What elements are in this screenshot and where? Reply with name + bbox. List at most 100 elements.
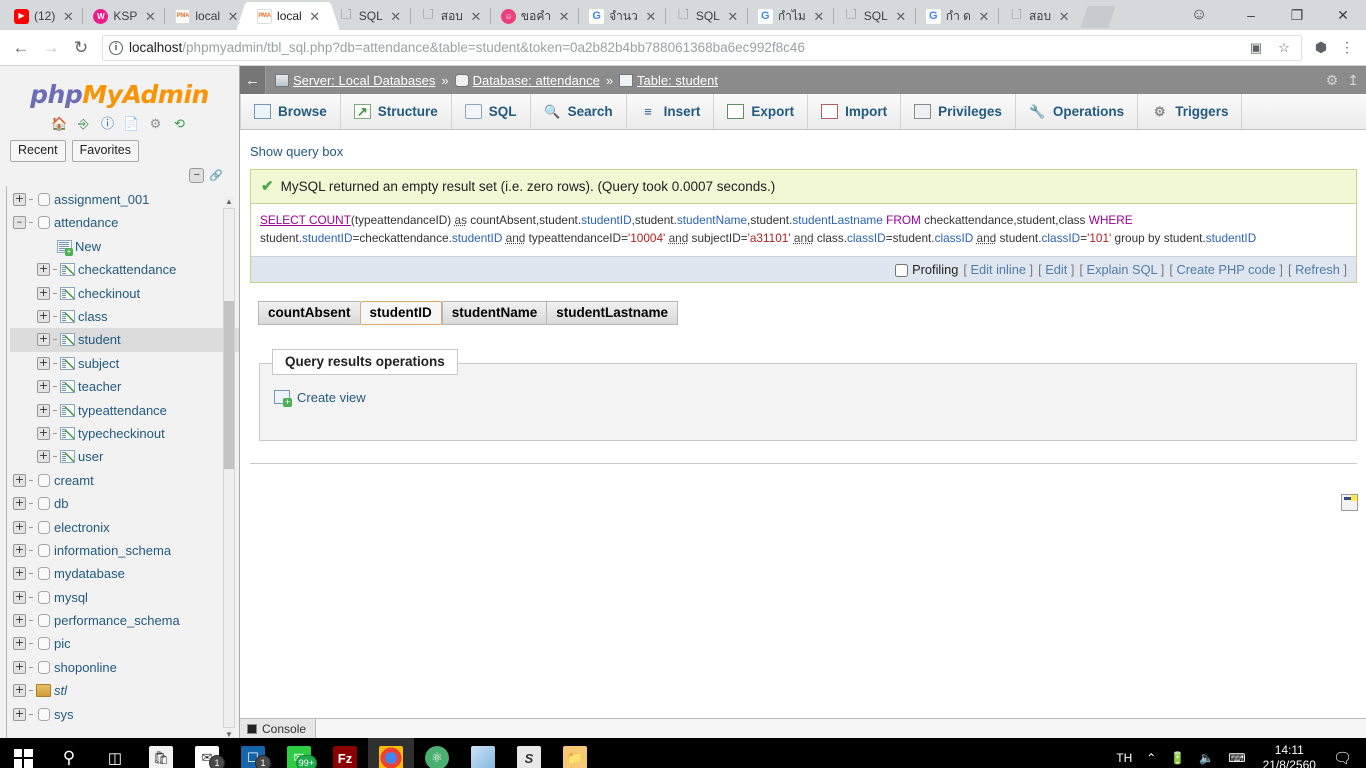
tab-operations[interactable]: 🔧 Operations — [1016, 94, 1139, 129]
sublime-button[interactable]: S — [506, 738, 552, 768]
tab-close-icon[interactable]: ✕ — [307, 8, 323, 24]
tab-close-icon[interactable]: ✕ — [142, 8, 158, 24]
tree-node-new[interactable]: New — [10, 235, 239, 258]
tab-close-icon[interactable]: ✕ — [725, 8, 741, 24]
tree-expander[interactable]: + — [37, 286, 50, 300]
tree-node-subject[interactable]: + subject — [10, 352, 239, 375]
tree-node-creamt[interactable]: + creamt — [10, 469, 239, 492]
browser-tab[interactable]: SQL ✕ — [665, 2, 747, 30]
bookmark-star-icon[interactable]: ☆ — [1273, 37, 1295, 59]
reload-icon[interactable]: ⟲ — [171, 115, 188, 132]
tree-node-attendance[interactable]: – attendance — [10, 211, 239, 234]
tab-close-icon[interactable]: ✕ — [388, 8, 404, 24]
result-column-header[interactable]: countAbsent — [258, 300, 360, 325]
result-column-header[interactable]: studentID — [359, 300, 442, 325]
address-bar[interactable]: i localhost/phpmyadmin/tbl_sql.php?db=at… — [102, 34, 1302, 61]
tree-expander[interactable]: + — [13, 684, 26, 698]
show-query-box-link[interactable]: Show query box — [250, 144, 343, 159]
tree-expander[interactable]: + — [13, 660, 26, 674]
tree-expander[interactable]: + — [13, 193, 26, 207]
notification-icon[interactable]: 🗨 — [1326, 738, 1366, 768]
browser-tab[interactable]: SQL ✕ — [833, 2, 915, 30]
keyboard-icon[interactable]: ⌨ — [1221, 738, 1252, 768]
settings-icon[interactable]: ⚙ — [147, 115, 164, 132]
profile-icon[interactable]: ☺ — [1176, 0, 1222, 30]
maximize-button[interactable]: ❐ — [1274, 0, 1320, 30]
store-button[interactable]: 🛍 — [138, 738, 184, 768]
extension-icon[interactable]: ⬢ — [1308, 35, 1334, 61]
tree-expander[interactable]: + — [13, 543, 26, 557]
tree-node-db[interactable]: + db — [10, 492, 239, 515]
browser-tab[interactable]: SQL ✕ — [328, 2, 410, 30]
tree-node-assignment-001[interactable]: + assignment_001 — [10, 188, 239, 211]
tree-expander[interactable]: + — [37, 333, 50, 347]
tree-expander[interactable]: + — [13, 707, 26, 721]
browser-tab[interactable]: ขอคำ ✕ — [490, 2, 579, 30]
tree-scroll-thumb[interactable] — [224, 300, 234, 469]
tab-sql[interactable]: SQL — [452, 94, 531, 129]
tab-export[interactable]: Export — [714, 94, 809, 129]
chrome-button[interactable] — [368, 738, 414, 768]
browser-tab[interactable]: กำไม ✕ — [747, 2, 833, 30]
reload-button[interactable]: ↻ — [66, 33, 96, 63]
tab-browse[interactable]: Browse — [240, 94, 341, 129]
collapse-panel-icon[interactable]: ↥ — [1347, 72, 1359, 89]
instagram-button[interactable]: ☐ 1 — [230, 738, 276, 768]
browser-tab[interactable]: local✕ — [247, 2, 329, 30]
profiling-toggle[interactable]: Profiling — [895, 262, 958, 277]
tree-scroll-up-icon[interactable]: ▲ — [224, 195, 234, 208]
tree-expander[interactable]: + — [13, 614, 26, 628]
browser-tab[interactable]: กำ ด ✕ — [915, 2, 998, 30]
tree-node-information-schema[interactable]: + information_schema — [10, 539, 239, 562]
create-view-link[interactable]: Create view — [297, 390, 366, 405]
browser-tab[interactable]: local✕ — [165, 2, 248, 30]
tab-privileges[interactable]: Privileges — [901, 94, 1016, 129]
battery-icon[interactable]: 🔋 — [1163, 738, 1192, 768]
close-button[interactable]: ✕ — [1320, 0, 1366, 30]
tab-search[interactable]: 🔍 Search — [531, 94, 627, 129]
tree-node-electronix[interactable]: + electronix — [10, 515, 239, 538]
tree-expander[interactable]: + — [37, 450, 50, 464]
tree-node-checkinout[interactable]: + checkinout — [10, 281, 239, 304]
action-refresh[interactable]: Refresh — [1295, 262, 1340, 277]
help-icon[interactable]: ⓘ — [99, 115, 116, 132]
breadcrumb-back-icon[interactable]: ← — [240, 66, 266, 94]
breadcrumb-table[interactable]: Table: student — [637, 73, 718, 88]
create-view-row[interactable]: Create view — [274, 390, 1342, 408]
docs-icon[interactable]: 📄 — [123, 115, 140, 132]
tab-close-icon[interactable]: ✕ — [1056, 8, 1072, 24]
tree-expander[interactable]: + — [13, 637, 26, 651]
line-button[interactable]: ✉ 99+ — [276, 738, 322, 768]
start-button[interactable] — [0, 738, 46, 768]
logout-icon[interactable]: ⎆ — [75, 115, 92, 132]
tab-close-icon[interactable]: ✕ — [556, 8, 572, 24]
tab-close-icon[interactable]: ✕ — [60, 8, 76, 24]
forward-button[interactable]: → — [36, 33, 66, 63]
atom-button[interactable]: ⚛ — [414, 738, 460, 768]
sql-query-display[interactable]: SELECT COUNT(typeattendanceID) as countA… — [251, 203, 1356, 256]
tree-expander[interactable]: + — [13, 567, 26, 581]
tree-expander[interactable]: + — [37, 356, 50, 370]
tree-node-mydatabase[interactable]: + mydatabase — [10, 562, 239, 585]
site-info-icon[interactable]: i — [109, 40, 123, 55]
tree-node-performance-schema[interactable]: + performance_schema — [10, 609, 239, 632]
browser-tab[interactable]: KSP ✕ — [83, 2, 165, 30]
tree-expander[interactable]: – — [13, 216, 26, 230]
favorites-button[interactable]: Favorites — [71, 140, 140, 162]
tab-insert[interactable]: ≡ Insert — [627, 94, 715, 129]
task-view-button[interactable]: ◫ — [92, 738, 138, 768]
tree-node-stl[interactable]: + stl — [10, 679, 239, 702]
tree-node-teacher[interactable]: + teacher — [10, 375, 239, 398]
clock[interactable]: 14:11 21/8/2560 — [1253, 738, 1326, 768]
tab-close-icon[interactable]: ✕ — [643, 8, 659, 24]
tree-expander[interactable]: + — [37, 310, 50, 324]
browser-tab[interactable]: จำนว ✕ — [579, 2, 665, 30]
tree-node-class[interactable]: + class — [10, 305, 239, 328]
tree-scrollbar[interactable]: ▲ ▼ — [223, 195, 235, 738]
tree-node-mysql[interactable]: + mysql — [10, 586, 239, 609]
tree-expander[interactable]: + — [37, 263, 50, 277]
tree-node-shoponline[interactable]: + shoponline — [10, 656, 239, 679]
tree-expander[interactable]: + — [37, 403, 50, 417]
browser-tab[interactable]: สอบ ✕ — [410, 2, 490, 30]
tree-expander[interactable]: + — [37, 426, 50, 440]
